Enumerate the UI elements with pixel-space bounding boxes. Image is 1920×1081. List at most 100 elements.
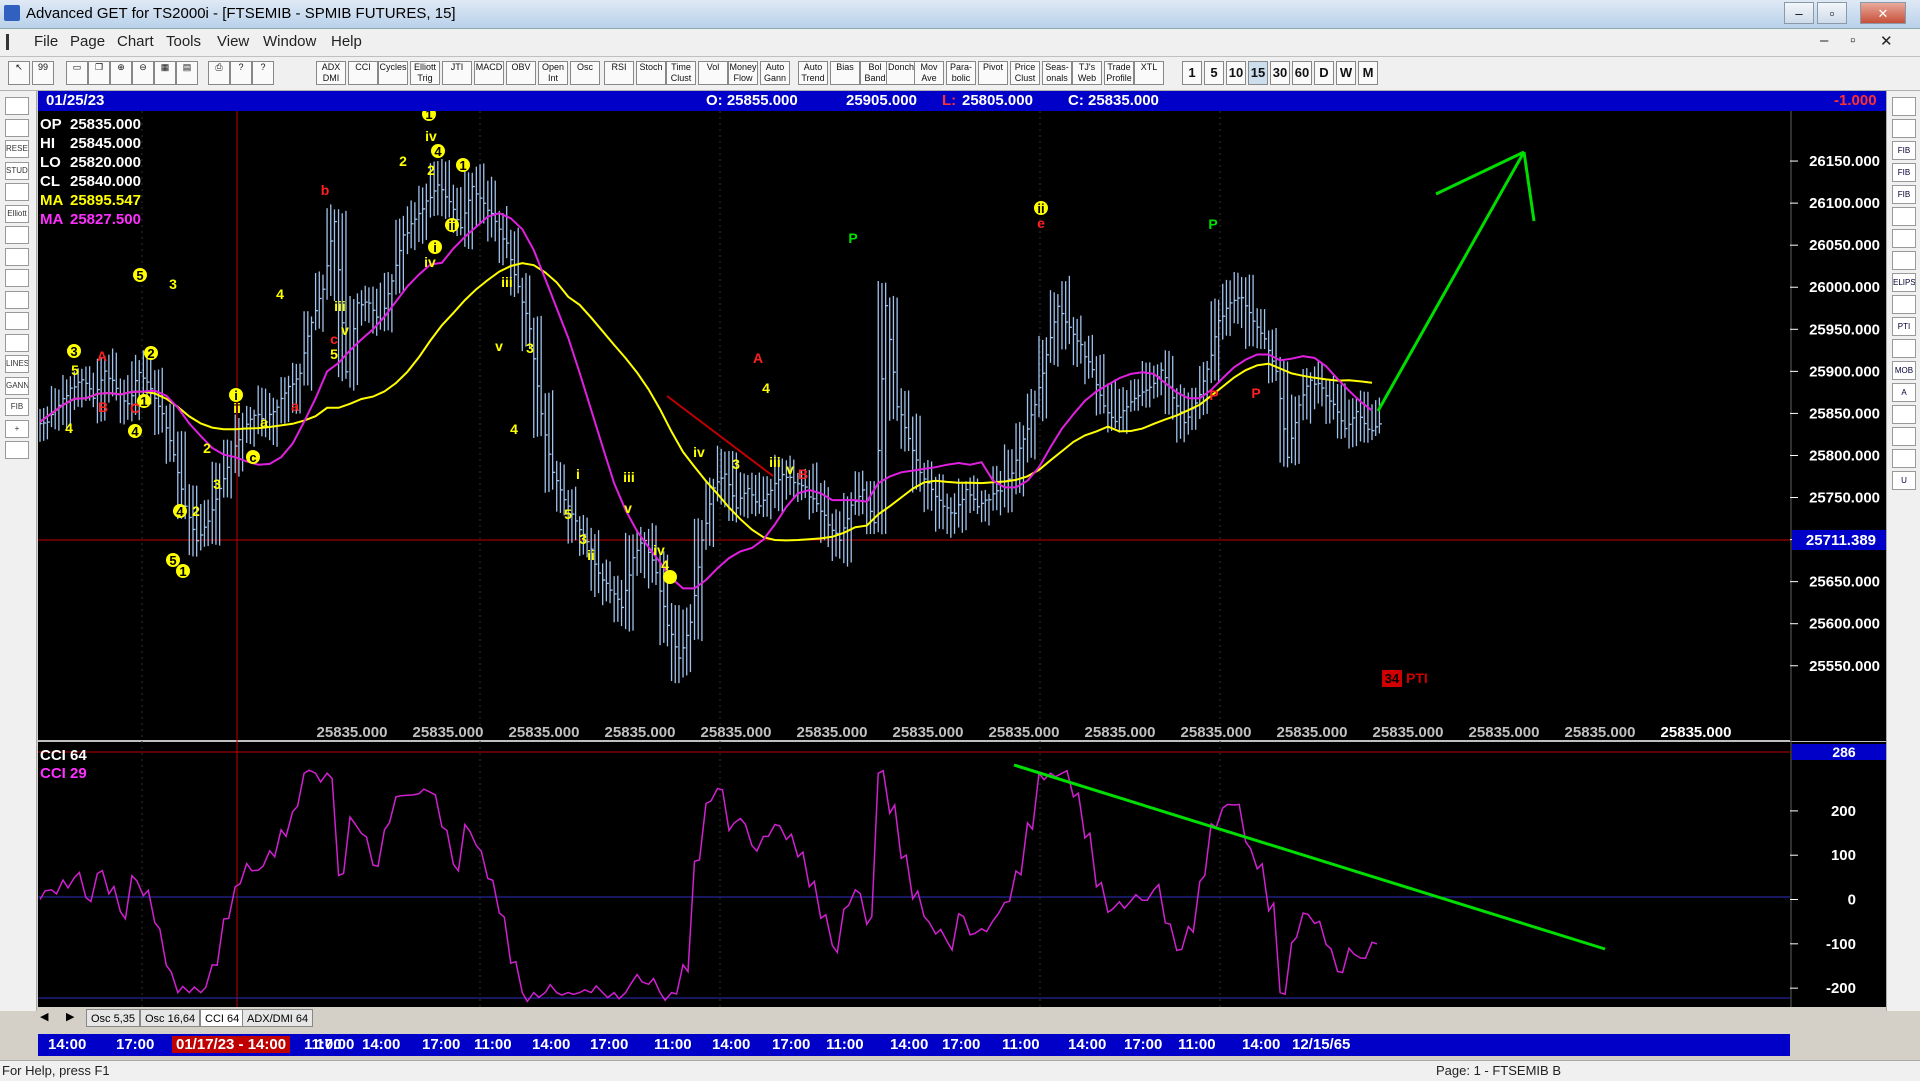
menu-file[interactable]: File — [34, 33, 58, 50]
period-m[interactable]: M — [1358, 61, 1378, 85]
app-menu-icon[interactable] — [6, 34, 23, 50]
study-button-24[interactable]: TJ's Web — [1072, 61, 1102, 85]
right-tool-8[interactable]: ELIPS — [1892, 273, 1916, 292]
tab-osc-16-64[interactable]: Osc 16,64 — [140, 1009, 201, 1027]
right-tool-11[interactable] — [1892, 339, 1916, 358]
right-tool-3[interactable]: FIB EXT — [1892, 163, 1916, 182]
right-tool-14[interactable] — [1892, 405, 1916, 424]
left-tool-2[interactable]: RESET — [5, 140, 29, 158]
left-tool-12[interactable]: LINES — [5, 355, 29, 373]
tab-adx-dmi-64[interactable]: ADX/DMI 64 — [242, 1009, 314, 1027]
left-tool-0[interactable] — [5, 97, 29, 115]
left-tool-13[interactable]: GANN — [5, 376, 29, 395]
left-tool-5[interactable]: Elliott — [5, 204, 29, 223]
study-button-13[interactable]: Money Flow — [728, 61, 758, 85]
period-5[interactable]: 5 — [1204, 61, 1224, 85]
left-tool-16[interactable] — [5, 441, 29, 459]
study-button-0[interactable]: ADX DMI — [316, 61, 346, 85]
left-tool-8[interactable] — [5, 269, 29, 287]
mdi-minimize-button[interactable]: – — [1820, 32, 1828, 49]
right-tool-10[interactable]: PTI — [1892, 317, 1916, 336]
study-button-16[interactable]: Bias — [830, 61, 860, 85]
period-60[interactable]: 60 — [1292, 61, 1312, 85]
study-button-2[interactable]: Cycles — [378, 61, 408, 85]
menu-help[interactable]: Help — [331, 33, 362, 50]
right-tool-17[interactable]: U — [1892, 471, 1916, 490]
quote-icon[interactable]: 99 — [32, 61, 54, 85]
chart-area[interactable]: 355214AB C434 25123iiiac4baiiivc521iv42 1ii… — [38, 111, 1886, 1007]
menu-view[interactable]: View — [217, 33, 249, 50]
left-tool-4[interactable] — [5, 183, 29, 201]
right-tool-9[interactable] — [1892, 295, 1916, 314]
period-1[interactable]: 1 — [1182, 61, 1202, 85]
mdi-close-button[interactable]: ✕ — [1880, 32, 1893, 50]
study-button-3[interactable]: Elliott Trig — [410, 61, 440, 85]
mdi-restore-button[interactable]: ▫ — [1850, 32, 1855, 49]
tab-scroll-left[interactable]: ◀ — [40, 1010, 48, 1023]
period-d[interactable]: D — [1314, 61, 1334, 85]
maximize-button[interactable]: ▫ — [1817, 2, 1847, 24]
chart-icon[interactable]: ▤ — [176, 61, 198, 85]
right-tool-7[interactable] — [1892, 251, 1916, 270]
study-button-25[interactable]: Trade Profile — [1104, 61, 1134, 85]
right-tool-16[interactable] — [1892, 449, 1916, 468]
print-icon[interactable]: ⎙ — [208, 61, 230, 85]
study-button-22[interactable]: Price Clust — [1010, 61, 1040, 85]
minimize-button[interactable]: – — [1784, 2, 1814, 24]
zoom-in-icon[interactable]: ⊕ — [110, 61, 132, 85]
right-tool-0[interactable] — [1892, 97, 1916, 116]
tab-osc-5-35[interactable]: Osc 5,35 — [86, 1009, 141, 1027]
study-button-9[interactable]: RSI — [604, 61, 634, 85]
left-tool-14[interactable]: FIB — [5, 398, 29, 416]
menu-tools[interactable]: Tools — [166, 33, 201, 50]
left-tool-6[interactable] — [5, 226, 29, 244]
left-tool-7[interactable] — [5, 247, 29, 266]
period-10[interactable]: 10 — [1226, 61, 1246, 85]
menu-chart[interactable]: Chart — [117, 33, 154, 50]
study-button-12[interactable]: Vol — [698, 61, 728, 85]
study-button-19[interactable]: Mov Ave — [914, 61, 944, 85]
study-button-21[interactable]: Pivot — [978, 61, 1008, 85]
help-icon[interactable]: ? — [230, 61, 252, 85]
right-tool-5[interactable] — [1892, 207, 1916, 226]
study-button-1[interactable]: CCI — [348, 61, 378, 85]
right-tool-4[interactable]: FIB TIME — [1892, 185, 1916, 204]
left-tool-15[interactable]: + — [5, 419, 29, 438]
study-button-23[interactable]: Seas- onals — [1042, 61, 1072, 85]
study-button-11[interactable]: Time Clust — [666, 61, 696, 85]
study-button-20[interactable]: Para- bolic — [946, 61, 976, 85]
left-tool-3[interactable]: STUDY — [5, 161, 29, 180]
left-tool-1[interactable] — [5, 118, 29, 137]
right-tool-13[interactable]: A — [1892, 383, 1916, 402]
grid-icon[interactable]: ▦ — [154, 61, 176, 85]
menu-page[interactable]: Page — [70, 33, 105, 50]
right-tool-6[interactable] — [1892, 229, 1916, 248]
copy-page-icon[interactable]: ❐ — [88, 61, 110, 85]
menu-window[interactable]: Window — [263, 33, 316, 50]
study-button-18[interactable]: Donch — [886, 61, 916, 85]
study-button-14[interactable]: Auto Gann — [760, 61, 790, 85]
tab-cci-64[interactable]: CCI 64 — [200, 1009, 245, 1027]
study-button-15[interactable]: Auto Trend — [798, 61, 828, 85]
study-button-26[interactable]: XTL — [1134, 61, 1164, 85]
left-tool-10[interactable] — [5, 312, 29, 330]
left-tool-9[interactable] — [5, 290, 29, 309]
right-tool-2[interactable]: FIB RET — [1892, 141, 1916, 160]
right-tool-15[interactable] — [1892, 427, 1916, 446]
new-page-icon[interactable]: ▭ — [66, 61, 88, 85]
right-tool-12[interactable]: MOB — [1892, 361, 1916, 380]
pointer-icon[interactable]: ↖ — [8, 61, 30, 85]
period-30[interactable]: 30 — [1270, 61, 1290, 85]
study-button-6[interactable]: OBV — [506, 61, 536, 85]
study-button-8[interactable]: Osc — [570, 61, 600, 85]
right-tool-1[interactable] — [1892, 119, 1916, 138]
study-button-4[interactable]: JTI — [442, 61, 472, 85]
period-w[interactable]: W — [1336, 61, 1356, 85]
study-button-10[interactable]: Stoch — [636, 61, 666, 85]
zoom-out-icon[interactable]: ⊖ — [132, 61, 154, 85]
tab-scroll-right[interactable]: ▶ — [66, 1010, 74, 1023]
context-help-icon[interactable]: ? — [252, 61, 274, 85]
study-button-7[interactable]: Open Int — [538, 61, 568, 85]
period-15[interactable]: 15 — [1248, 61, 1268, 85]
study-button-5[interactable]: MACD — [474, 61, 504, 85]
